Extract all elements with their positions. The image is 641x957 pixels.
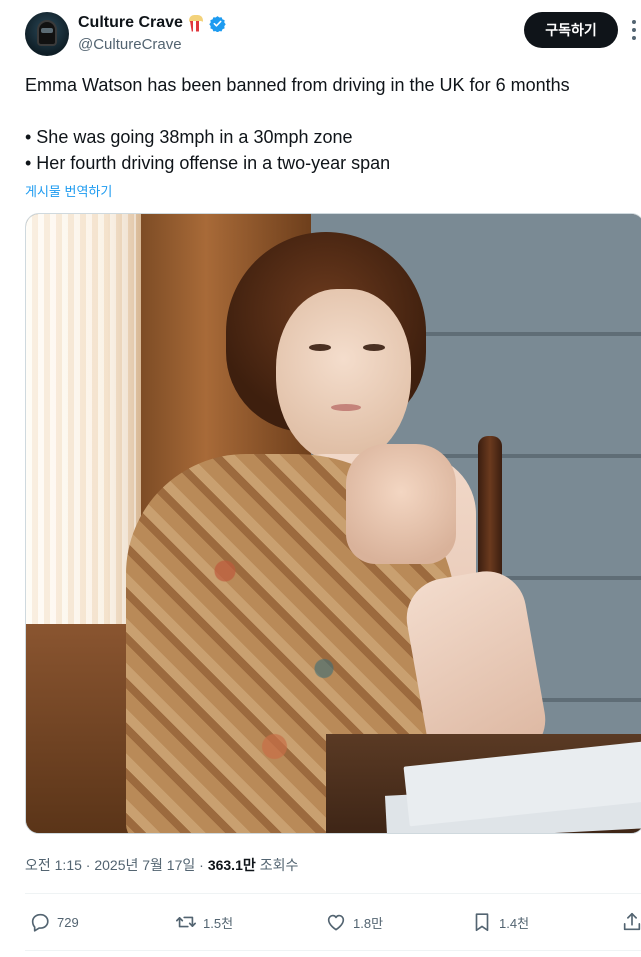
author-handle[interactable]: @CultureCrave bbox=[78, 36, 182, 53]
popcorn-top bbox=[188, 14, 203, 22]
retweet-icon bbox=[176, 916, 196, 928]
more-dot bbox=[632, 36, 636, 40]
translate-post-link[interactable]: 게시물 번역하기 bbox=[25, 181, 112, 200]
divider bbox=[25, 950, 641, 951]
tweet-line-bullet-1: • She was going 38mph in a 30mph zone bbox=[25, 127, 353, 147]
share-icon bbox=[623, 912, 641, 931]
tweet-timestamp[interactable]: 오전 1:15 · 2025년 7월 17일 · bbox=[25, 855, 204, 875]
bookmark-button[interactable]: 1.4천 bbox=[471, 906, 529, 938]
tweet-text: Emma Watson has been banned from driving… bbox=[25, 72, 625, 176]
reply-icon bbox=[31, 913, 49, 932]
verified-icon[interactable] bbox=[209, 15, 226, 32]
more-dot bbox=[632, 28, 636, 32]
heart-icon bbox=[327, 914, 345, 931]
share-button[interactable] bbox=[621, 906, 641, 938]
helmet-avatar-icon bbox=[37, 20, 57, 46]
photo-curtain bbox=[26, 214, 136, 634]
reply-button[interactable]: 729 bbox=[29, 906, 79, 938]
reply-count: 729 bbox=[57, 914, 79, 930]
photo-lips bbox=[331, 404, 361, 411]
tweet-line-blank bbox=[25, 98, 625, 124]
popcorn-box bbox=[189, 20, 202, 32]
tweet-meta: 오전 1:15 · 2025년 7월 17일 · 363.1만 조회수 bbox=[25, 855, 298, 875]
avatar-visor bbox=[41, 28, 53, 33]
more-dot bbox=[632, 20, 636, 24]
photo-eye bbox=[309, 344, 331, 351]
tweet-actions: 729 1.5천 1.8만 1.4천 bbox=[25, 906, 641, 938]
tweet-photo[interactable] bbox=[25, 213, 641, 834]
photo-face bbox=[276, 289, 411, 464]
subscribe-button[interactable]: 구독하기 bbox=[524, 12, 618, 48]
like-count: 1.8만 bbox=[353, 915, 384, 931]
retweet-count: 1.5천 bbox=[203, 915, 234, 931]
author-display-name[interactable]: Culture Crave bbox=[78, 14, 183, 32]
tweet-line-bullet-2: • Her fourth driving offense in a two-ye… bbox=[25, 153, 391, 173]
photo-eye bbox=[363, 344, 385, 351]
views-label: 조회수 bbox=[259, 857, 299, 873]
tweet-line-headline: Emma Watson has been banned from driving… bbox=[25, 75, 570, 95]
views-count: 363.1만 bbox=[207, 857, 256, 873]
popcorn-icon bbox=[188, 14, 204, 32]
author-name-row: Culture Crave bbox=[78, 14, 226, 32]
avatar[interactable] bbox=[25, 12, 69, 56]
retweet-button[interactable]: 1.5천 bbox=[175, 906, 233, 938]
like-button[interactable]: 1.8만 bbox=[325, 906, 383, 938]
more-options-icon[interactable] bbox=[626, 20, 641, 40]
photo-hands bbox=[346, 444, 456, 564]
divider bbox=[25, 893, 641, 894]
bookmark-icon bbox=[475, 913, 489, 932]
tweet-header: Culture Crave @CultureCrave 구독하기 bbox=[25, 12, 641, 58]
bookmark-count: 1.4천 bbox=[499, 915, 530, 931]
